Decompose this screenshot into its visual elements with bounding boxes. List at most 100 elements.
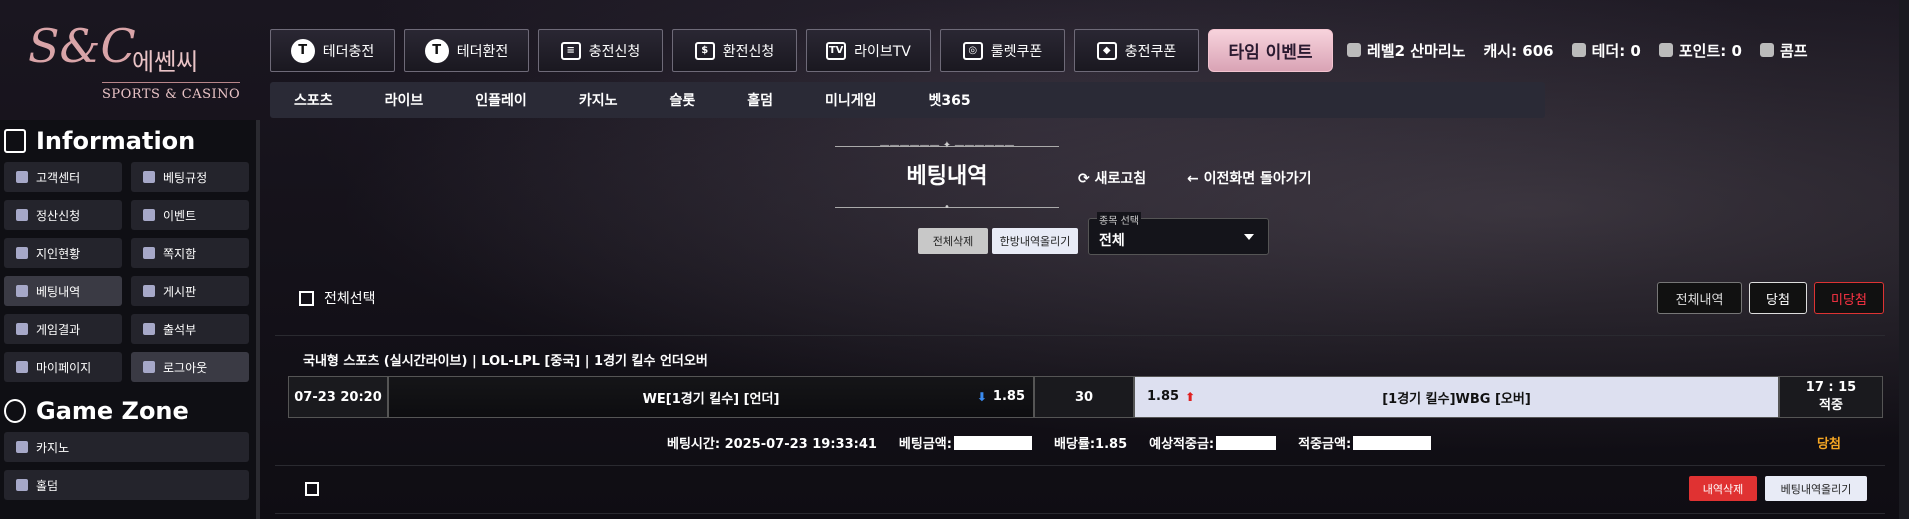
redacted-mask (953, 436, 1032, 450)
divider (275, 335, 1885, 336)
nav-live[interactable]: 라이브 (385, 90, 424, 110)
user-cash: 캐시: 606 (1483, 42, 1554, 60)
match-title: 국내형 스포츠 (실시간라이브) | LOL-LPL [중국] | 1경기 킬수… (303, 354, 708, 369)
information-grid: 고객센터 베팅규정 정산신청 이벤트 지인현황 쪽지함 베팅내역 게시판 게임결… (0, 162, 256, 382)
sidebar-item-casino[interactable]: 카지노 (4, 432, 249, 462)
sport-select-value: 전체 (1099, 233, 1125, 249)
sidebar-item-bet-history[interactable]: 베팅내역 (4, 276, 122, 306)
time-event-button[interactable]: 타임 이벤트 (1208, 29, 1333, 72)
page-scrollbar[interactable] (1899, 0, 1909, 519)
live-tv-button[interactable]: TV 라이브TV (806, 29, 931, 72)
sidebar-item-label: 쪽지함 (163, 246, 197, 261)
charge-coupon-label: 충전쿠폰 (1124, 43, 1177, 60)
rules-icon (143, 171, 155, 183)
win-amount-label: 적중금액: (1298, 437, 1352, 452)
charge-coupon-button[interactable]: ◆ 충전쿠폰 (1074, 29, 1199, 72)
attendance-icon (143, 323, 155, 335)
points-icon (1658, 43, 1673, 57)
sidebar-item-customer-center[interactable]: 고객센터 (4, 162, 122, 192)
go-back-label: 이전화면 돌아가기 (1203, 171, 1312, 187)
tether-exchange-label: 테더환전 (456, 43, 509, 60)
user-comp[interactable]: 콤프 (1759, 40, 1808, 61)
logo-english: SPORTS & CASINO (102, 82, 241, 102)
result-icon (16, 323, 28, 335)
bet-line: 30 (1034, 376, 1134, 418)
sidebar: Information 고객센터 베팅규정 정산신청 이벤트 지인현황 쪽지함 … (0, 120, 260, 519)
tether-exchange-icon: T (424, 38, 449, 63)
home-pick: WE[1경기 킬수] [언더] ⬇ 1.85 (388, 376, 1034, 418)
filter-lose-button[interactable]: 미당첨 (1814, 282, 1884, 314)
sidebar-item-board[interactable]: 게시판 (131, 276, 249, 306)
nav-holdem[interactable]: 홀덤 (747, 90, 773, 110)
user-tether: 테더: 0 (1571, 40, 1641, 61)
user-comp-label: 콤프 (1779, 42, 1808, 60)
bet-amount: 베팅금액: (899, 433, 1032, 452)
select-all-label: 전체선택 (324, 291, 376, 307)
user-tether-label: 테더: 0 (1591, 42, 1641, 60)
sidebar-item-label: 마이페이지 (36, 360, 92, 375)
bet-score: 17 : 15 적중 (1779, 376, 1883, 418)
site-logo[interactable]: S&C 에쎈씨 SPORTS & CASINO (22, 23, 242, 114)
delete-all-button[interactable]: 전체삭제 (918, 228, 988, 254)
expected-win: 예상적중금: (1149, 433, 1277, 452)
sidebar-item-holdem[interactable]: 홀덤 (4, 470, 249, 500)
nav-inplay[interactable]: 인플레이 (475, 90, 527, 110)
nav-bet365[interactable]: 벳365 (929, 90, 971, 110)
sidebar-item-mypage[interactable]: 마이페이지 (4, 352, 122, 382)
bet-result: 당첨 (1817, 437, 1841, 452)
user-level-label: 레벨2 산마리노 (1367, 42, 1466, 60)
filter-all-button[interactable]: 전체내역 (1657, 282, 1742, 314)
sidebar-item-betting-rules[interactable]: 베팅규정 (131, 162, 249, 192)
message-icon (143, 247, 155, 259)
sidebar-item-settlement[interactable]: 정산신청 (4, 200, 122, 230)
power-icon (143, 361, 155, 373)
checkbox-icon (299, 290, 314, 306)
go-back-button[interactable]: ← 이전화면 돌아가기 (1187, 168, 1312, 188)
top-button-bar: T 테더충전 T 테더환전 ≡ 충전신청 $ 환전신청 TV 라이브TV ◎ 룰… (270, 29, 1333, 72)
select-all-checkbox[interactable]: 전체선택 (299, 288, 376, 308)
upload-history-button[interactable]: 베팅내역올리기 (1765, 476, 1867, 501)
sidebar-item-event[interactable]: 이벤트 (131, 200, 249, 230)
exchange-request-button[interactable]: $ 환전신청 (672, 29, 797, 72)
sidebar-item-label: 홀덤 (36, 478, 59, 493)
upload-all-button[interactable]: 한방내역올리기 (992, 228, 1078, 254)
refresh-button[interactable]: ⟳ 새로고침 (1078, 168, 1146, 188)
user-points-label: 포인트: 0 (1678, 42, 1742, 60)
nav-sports[interactable]: 스포츠 (294, 90, 333, 110)
info-icon (4, 129, 26, 153)
nav-minigame[interactable]: 미니게임 (825, 90, 877, 110)
nav-casino[interactable]: 카지노 (579, 90, 618, 110)
divider (275, 465, 1885, 466)
title-ornament-top: —————— ✦ —————— (879, 140, 1015, 151)
game-zone-heading: Game Zone (0, 390, 256, 432)
bet-odds: 배당률:1.85 (1053, 437, 1128, 452)
tether-exchange-button[interactable]: T 테더환전 (404, 29, 529, 72)
sport-select[interactable]: 종목 선택 전체 (1088, 212, 1269, 255)
tether-charge-button[interactable]: T 테더충전 (270, 29, 395, 72)
divider (275, 513, 1885, 514)
sidebar-item-logout[interactable]: 로그아웃 (131, 352, 249, 382)
win-amount: 적중금액: (1298, 433, 1432, 452)
charge-request-button[interactable]: ≡ 충전신청 (538, 29, 663, 72)
sidebar-item-game-results[interactable]: 게임결과 (4, 314, 122, 344)
sub-nav: 스포츠 라이브 인플레이 카지노 슬롯 홀덤 미니게임 벳365 (270, 82, 1545, 118)
sidebar-item-attendance[interactable]: 출석부 (131, 314, 249, 344)
sidebar-item-label: 정산신청 (36, 208, 81, 223)
bet-info-line: 베팅시간: 2025-07-23 19:33:41 베팅금액: 배당률:1.85… (667, 433, 1432, 452)
row-checkbox[interactable] (305, 482, 319, 496)
nav-slot[interactable]: 슬롯 (669, 90, 695, 110)
friends-icon (16, 247, 28, 259)
sidebar-item-messages[interactable]: 쪽지함 (131, 238, 249, 268)
sidebar-item-friends[interactable]: 지인현황 (4, 238, 122, 268)
phone-icon (16, 171, 28, 183)
filter-win-button[interactable]: 당첨 (1749, 282, 1807, 314)
roulette-coupon-button[interactable]: ◎ 룰렛쿠폰 (940, 29, 1065, 72)
refresh-label: 새로고침 (1094, 171, 1147, 187)
caret-down-icon (1244, 234, 1254, 240)
sidebar-item-label: 고객센터 (36, 170, 81, 185)
level-icon (1347, 43, 1361, 57)
delete-history-button[interactable]: 내역삭제 (1689, 476, 1757, 501)
roulette-coupon-label: 룰렛쿠폰 (990, 43, 1043, 60)
user-level[interactable]: 레벨2 산마리노 (1347, 40, 1465, 61)
user-info: 레벨2 산마리노 캐시: 606 테더: 0 포인트: 0 콤프 (1347, 40, 1808, 61)
